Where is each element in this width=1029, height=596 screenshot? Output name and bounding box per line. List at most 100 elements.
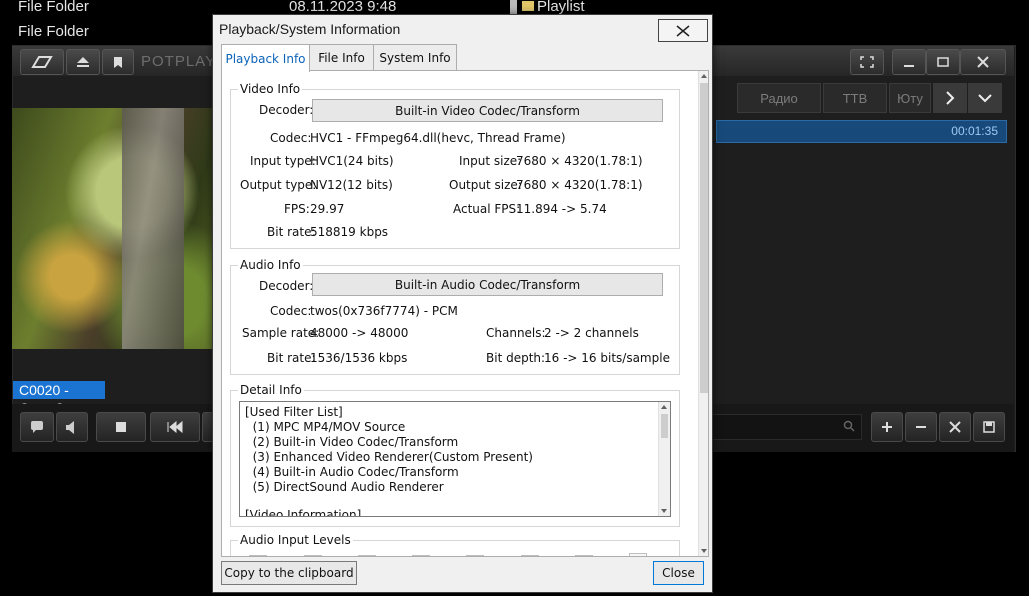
potplayer-logo-button[interactable]: [20, 49, 64, 75]
save-icon: [983, 421, 995, 433]
maximize-button[interactable]: [926, 49, 960, 75]
bookmark-icon: [114, 56, 122, 68]
tab-system-info[interactable]: System Info: [373, 44, 457, 71]
detail-line: (5) DirectSound Audio Renderer: [245, 480, 444, 494]
scroll-down-icon[interactable]: [701, 549, 707, 553]
previous-icon: [167, 421, 183, 433]
audio-decoder-label: Decoder:: [259, 279, 314, 293]
level-meter: [466, 555, 484, 556]
scroll-up-icon[interactable]: [661, 405, 667, 409]
output-size-label: Output size:: [449, 178, 522, 192]
actual-fps-value: 11.894 -> 5.74: [516, 202, 607, 216]
remove-button[interactable]: [905, 412, 937, 442]
playback-info-dialog: Playback/System Information Playback Inf…: [212, 14, 713, 593]
detail-line: (3) Enhanced Video Renderer(Custom Prese…: [245, 450, 533, 464]
bookmark-button[interactable]: [102, 49, 134, 75]
eject-button[interactable]: [66, 49, 100, 75]
scroll-thumb[interactable]: [700, 83, 708, 393]
playlist-row[interactable]: 00:01:35: [716, 120, 1007, 143]
tab-menu-button[interactable]: [968, 83, 1002, 113]
detail-info-heading: Detail Info: [238, 383, 304, 397]
speaker-icon: [66, 420, 74, 434]
scroll-down-icon[interactable]: [661, 509, 667, 513]
playlist-tab[interactable]: ТТВ: [823, 83, 887, 113]
audio-codec-value: twos(0x736f7774) - PCM: [310, 304, 458, 318]
close-button[interactable]: Close: [653, 561, 704, 585]
filter-list-textbox[interactable]: [Used Filter List] (1) MPC MP4/MOV Sourc…: [239, 401, 671, 517]
bit-depth-label: Bit depth:: [486, 351, 546, 365]
channels-value: 2 -> 2 channels: [544, 326, 639, 340]
audio-levels-group: Audio Input Levels: [230, 533, 680, 556]
file-folder-label: File Folder: [18, 0, 89, 15]
chat-button[interactable]: [20, 412, 54, 442]
chevron-down-icon: [978, 94, 992, 103]
video-info-group: Video Info Decoder: Built-in Video Codec…: [230, 82, 680, 249]
level-meter: [412, 555, 430, 556]
close-icon: [949, 421, 961, 433]
now-playing-title: C0020 - Сова 8к Фили 2023_: [13, 381, 105, 434]
audio-info-group: Audio Info Decoder: Built-in Audio Codec…: [230, 258, 680, 375]
duration-label: 00:01:35: [951, 124, 998, 138]
level-meter: [304, 555, 322, 556]
audio-info-heading: Audio Info: [238, 258, 303, 272]
input-size-label: Input size:: [459, 154, 522, 168]
panel-scrollbar[interactable]: [698, 71, 708, 556]
close-player-button[interactable]: [960, 49, 1006, 75]
next-tab-button[interactable]: [933, 83, 967, 113]
video-decoder-label: Decoder:: [259, 103, 314, 117]
input-type-value: HVC1(24 bits): [310, 154, 394, 168]
playlist-search-input[interactable]: [712, 414, 862, 440]
dialog-titlebar[interactable]: Playback/System Information: [213, 15, 712, 44]
output-size-value: 7680 × 4320(1.78:1): [516, 178, 643, 192]
detail-line: (4) Built-in Audio Codec/Transform: [245, 465, 459, 479]
save-button[interactable]: [973, 412, 1005, 442]
channels-label: Channels:: [486, 326, 546, 340]
add-button[interactable]: [871, 412, 903, 442]
detail-line: [Video Information]: [245, 508, 362, 517]
audio-bitrate-value: 1536/1536 kbps: [310, 351, 408, 365]
video-decoder-button[interactable]: Built-in Video Codec/Transform: [312, 99, 663, 122]
stop-button[interactable]: [96, 412, 146, 442]
dialog-close-button[interactable]: [658, 19, 708, 42]
stop-icon: [116, 422, 126, 432]
output-type-label: Output type:: [240, 178, 317, 192]
playlist-tab[interactable]: Юту: [889, 83, 931, 113]
audio-decoder-button[interactable]: Built-in Audio Codec/Transform: [312, 273, 663, 296]
audio-codec-label: Codec:: [270, 304, 312, 318]
level-meter: [575, 555, 593, 556]
copy-to-clipboard-button[interactable]: Copy to the clipboard: [221, 561, 357, 585]
actual-fps-label: Actual FPS:: [453, 202, 521, 216]
level-meter: [249, 555, 267, 556]
previous-button[interactable]: [150, 412, 200, 442]
delete-button[interactable]: [939, 412, 971, 442]
detail-scrollbar[interactable]: [658, 402, 670, 516]
tab-file-info[interactable]: File Info: [309, 44, 374, 71]
detail-info-group: Detail Info [Used Filter List] (1) MPC M…: [230, 383, 680, 527]
sample-rate-value: 48000 -> 48000: [310, 326, 409, 340]
close-icon: [977, 56, 989, 68]
scroll-thumb[interactable]: [661, 414, 668, 438]
input-type-label: Input type:: [250, 154, 316, 168]
plus-icon: [882, 422, 892, 432]
level-meter: [358, 555, 376, 556]
search-icon: [843, 420, 855, 432]
video-detail: [122, 108, 184, 349]
detail-line: (2) Built-in Video Codec/Transform: [245, 435, 459, 449]
minus-icon: [916, 426, 926, 428]
scroll-up-icon[interactable]: [701, 74, 707, 78]
chevron-right-icon: [946, 91, 955, 105]
playlist-tab[interactable]: Радио: [737, 83, 821, 113]
output-type-value: NV12(12 bits): [310, 178, 393, 192]
playlist-label: Playlist: [522, 0, 585, 15]
volume-button[interactable]: [56, 412, 88, 442]
logo-icon: [31, 56, 53, 68]
video-codec-value: HVC1 - FFmpeg64.dll(hevc, Thread Frame): [310, 131, 566, 145]
detail-line: (1) MPC MP4/MOV Source: [245, 420, 406, 434]
fullscreen-button[interactable]: [850, 49, 884, 75]
brand-label: POTPLAY: [141, 53, 217, 70]
eject-icon: [77, 57, 89, 67]
minimize-button[interactable]: [892, 49, 926, 75]
tab-playback-info[interactable]: Playback Info: [221, 44, 310, 72]
speech-bubble-icon: [31, 420, 43, 433]
close-icon: [676, 24, 690, 37]
